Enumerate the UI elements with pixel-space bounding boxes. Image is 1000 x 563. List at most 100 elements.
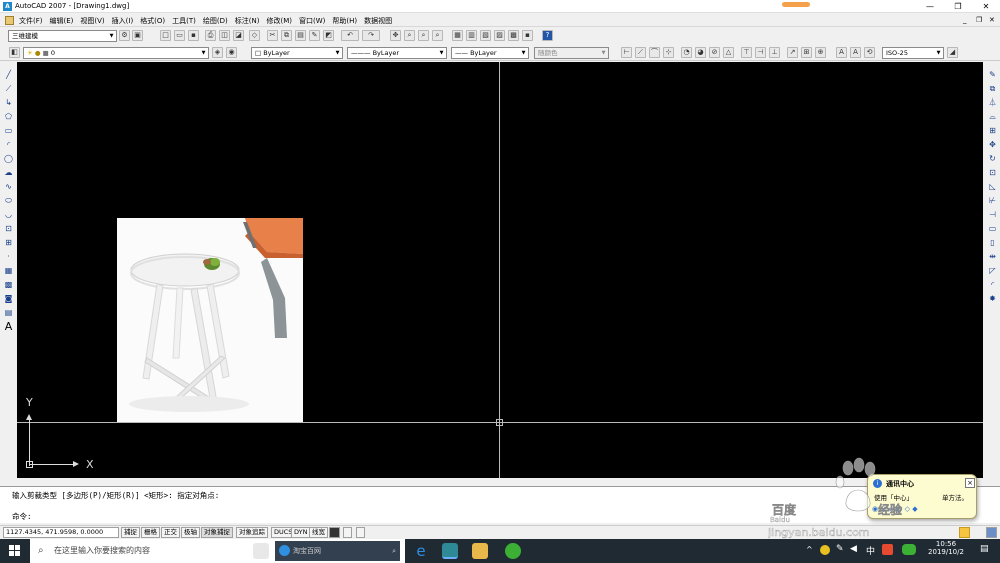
cut-icon[interactable]: ✂ xyxy=(267,30,278,41)
match-properties-icon[interactable]: ✎ xyxy=(309,30,320,41)
clean-screen-icon[interactable] xyxy=(986,527,997,538)
tool-palettes-icon[interactable]: ▧ xyxy=(480,30,491,41)
grid-toggle[interactable]: 栅格 xyxy=(141,527,160,538)
dimension-edit-icon[interactable]: A xyxy=(836,47,847,58)
move-icon[interactable]: ✥ xyxy=(987,139,998,150)
print-preview-icon[interactable]: ◫ xyxy=(219,30,230,41)
volume-icon[interactable]: ◀ xyxy=(850,544,857,554)
taskbar-clock[interactable]: 10:56 2019/10/2 xyxy=(926,540,966,556)
chevron-up-icon[interactable]: ^ xyxy=(806,545,813,554)
break-icon[interactable]: ▯ xyxy=(987,237,998,248)
insert-block-icon[interactable]: ⊡ xyxy=(3,223,14,234)
pen-icon[interactable]: ✎ xyxy=(836,544,844,554)
coordinates-readout[interactable]: 1127.4345, 471.9598, 0.0000 xyxy=(3,527,119,538)
workspace-settings-icon[interactable]: ⚙ xyxy=(119,30,130,41)
color-select[interactable]: □ ByLayer ▼ xyxy=(251,47,343,59)
ellipse-arc-icon[interactable]: ◡ xyxy=(3,209,14,220)
menu-data-view[interactable]: 数据视图 xyxy=(364,16,392,26)
notifications-icon[interactable]: ▤ xyxy=(980,544,989,554)
edge-icon[interactable]: e xyxy=(413,543,429,559)
workspace-select[interactable]: 三维建模 ▼ xyxy=(8,30,117,42)
tray-wechat-icon[interactable] xyxy=(902,544,916,555)
wechat-icon[interactable] xyxy=(505,543,521,559)
file-explorer-icon[interactable] xyxy=(472,543,488,559)
chamfer-icon[interactable]: ◸ xyxy=(987,265,998,276)
jogged-dimension-icon[interactable]: ◕ xyxy=(695,47,706,58)
layer-select[interactable]: ☀ ● ■ 0 ▼ xyxy=(23,47,209,59)
erase-icon[interactable]: ✎ xyxy=(987,69,998,80)
arc-icon[interactable]: ◜ xyxy=(3,139,14,150)
markup-icon[interactable]: ▩ xyxy=(508,30,519,41)
quick-dimension-icon[interactable]: ⊤ xyxy=(741,47,752,58)
hatch-icon[interactable]: ▦ xyxy=(3,265,14,276)
dyn-toggle[interactable]: DYN xyxy=(291,527,311,538)
gradient-icon[interactable]: ▩ xyxy=(3,279,14,290)
menu-view[interactable]: 视图(V) xyxy=(80,16,104,26)
pan-icon[interactable]: ✥ xyxy=(390,30,401,41)
flower-app-icon[interactable] xyxy=(253,543,269,559)
rectangle-icon[interactable]: ▭ xyxy=(3,125,14,136)
document-icon[interactable] xyxy=(5,16,14,25)
open-file-icon[interactable]: ▭ xyxy=(174,30,185,41)
doc-restore-button[interactable]: ❐ xyxy=(976,16,982,24)
ortho-toggle[interactable]: 正交 xyxy=(161,527,180,538)
join-icon[interactable]: ⇹ xyxy=(987,251,998,262)
polar-toggle[interactable]: 极轴 xyxy=(181,527,200,538)
help-icon[interactable]: ? xyxy=(542,30,553,41)
status-menu-icon[interactable] xyxy=(356,527,365,538)
center-mark-icon[interactable]: ⊕ xyxy=(815,47,826,58)
table-icon[interactable]: ▤ xyxy=(3,307,14,318)
scale-icon[interactable]: ⊡ xyxy=(987,167,998,178)
calculator-icon[interactable]: ▪ xyxy=(522,30,533,41)
trim-icon[interactable]: ⊬ xyxy=(987,195,998,206)
dimension-style-icon[interactable]: ◢ xyxy=(947,47,958,58)
menu-edit[interactable]: 编辑(E) xyxy=(50,16,74,26)
polyline-icon[interactable]: ↳ xyxy=(3,97,14,108)
baseline-dimension-icon[interactable]: ⊣ xyxy=(755,47,766,58)
arc-length-icon[interactable]: ⌒ xyxy=(649,47,660,58)
menu-dimension[interactable]: 标注(N) xyxy=(235,16,260,26)
model-space-icon[interactable] xyxy=(329,527,340,538)
paste-icon[interactable]: ▤ xyxy=(295,30,306,41)
explode-icon[interactable]: ✸ xyxy=(987,293,998,304)
angular-dimension-icon[interactable]: △ xyxy=(723,47,734,58)
ellipse-icon[interactable]: ⬭ xyxy=(3,195,14,206)
print-icon[interactable]: ⎙ xyxy=(205,30,216,41)
publish-icon[interactable]: ◪ xyxy=(233,30,244,41)
otrack-toggle[interactable]: 对象追踪 xyxy=(236,527,268,538)
menu-file[interactable]: 文件(F) xyxy=(19,16,43,26)
properties-icon[interactable]: ▦ xyxy=(452,30,463,41)
sogou-icon[interactable] xyxy=(882,544,893,555)
point-icon[interactable]: · xyxy=(3,251,14,262)
menu-draw[interactable]: 绘图(D) xyxy=(203,16,228,26)
make-block-icon[interactable]: ⊞ xyxy=(3,237,14,248)
rotate-icon[interactable]: ↻ xyxy=(987,153,998,164)
array-icon[interactable]: ⊞ xyxy=(987,125,998,136)
lineweight-toggle[interactable]: 线宽 xyxy=(309,527,328,538)
menu-tools[interactable]: 工具(T) xyxy=(172,16,196,26)
workspace-save-icon[interactable]: ▣ xyxy=(132,30,143,41)
ime-indicator[interactable]: 中 xyxy=(866,544,875,557)
radius-dimension-icon[interactable]: ◔ xyxy=(681,47,692,58)
mirror-icon[interactable]: ⏃ xyxy=(987,97,998,108)
windows-start-icon[interactable] xyxy=(9,545,21,557)
design-center-icon[interactable]: ▥ xyxy=(466,30,477,41)
diameter-dimension-icon[interactable]: ⊘ xyxy=(709,47,720,58)
close-button[interactable]: ✕ xyxy=(972,0,1000,13)
spline-icon[interactable]: ∿ xyxy=(3,181,14,192)
menu-modify[interactable]: 修改(M) xyxy=(266,16,292,26)
line-icon[interactable]: ╱ xyxy=(3,69,14,80)
command-prompt[interactable]: 命令: xyxy=(12,511,32,522)
doc-minimize-button[interactable]: _ xyxy=(963,16,967,24)
new-file-icon[interactable]: □ xyxy=(160,30,171,41)
undo-icon[interactable]: ↶ xyxy=(341,30,359,41)
zoom-realtime-icon[interactable]: ⌕ xyxy=(404,30,415,41)
plot-icon[interactable]: ◇ xyxy=(249,30,260,41)
lock-icon[interactable] xyxy=(343,527,352,538)
dimstyle-select[interactable]: ISO-25 ▼ xyxy=(882,47,944,59)
save-icon[interactable]: ▪ xyxy=(188,30,199,41)
layer-previous-icon[interactable]: ◉ xyxy=(226,47,237,58)
communication-center-icon[interactable] xyxy=(959,527,970,538)
minimize-button[interactable]: — xyxy=(916,0,944,13)
fillet-icon[interactable]: ◜ xyxy=(987,279,998,290)
